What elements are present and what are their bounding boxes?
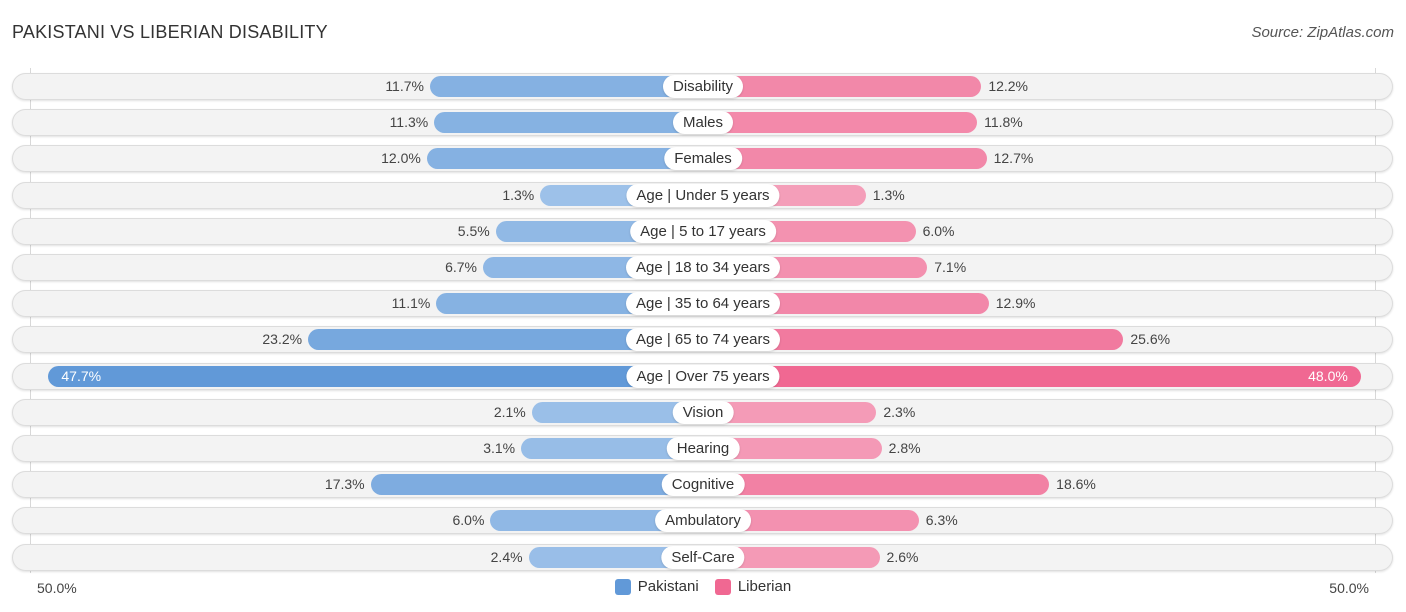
bar-liberian[interactable] <box>703 474 1050 496</box>
chart-row: 2.1% 2.3% Vision <box>12 398 1393 426</box>
value-label-pakistani: 23.2% <box>262 331 303 348</box>
chart-row: 11.3% 11.8% Males <box>12 109 1393 137</box>
category-label: Ambulatory <box>655 509 751 533</box>
chart-row: 3.1% 2.8% Hearing <box>12 435 1393 462</box>
category-label: Males <box>672 111 734 135</box>
category-label: Females <box>664 147 742 171</box>
category-label: Cognitive <box>661 473 745 497</box>
value-label-pakistani: 6.0% <box>452 512 485 529</box>
legend-swatch-pakistani <box>614 578 631 595</box>
bar-pakistani[interactable] <box>426 148 703 170</box>
category-label: Age | 18 to 34 years <box>626 256 780 279</box>
category-label: Age | Over 75 years <box>626 364 780 388</box>
value-label-liberian: 48.0% <box>1308 367 1348 384</box>
value-label-pakistani: 2.4% <box>490 548 523 565</box>
legend-label-pakistani: Pakistani <box>637 578 699 595</box>
bar-pakistani[interactable] <box>48 365 703 387</box>
bar-liberian[interactable] <box>703 148 987 170</box>
chart-row: 6.0% 6.3% Ambulatory <box>12 507 1393 535</box>
chart-row: 12.0% 12.7% Females <box>12 145 1393 173</box>
legend-swatch-liberian <box>714 578 731 595</box>
value-label-pakistani: 17.3% <box>324 476 365 493</box>
legend-item-pakistani[interactable]: Pakistani <box>614 578 699 595</box>
chart-row: 2.4% 2.6% Self-Care <box>12 543 1393 571</box>
category-label: Hearing <box>666 437 740 460</box>
value-label-liberian: 11.8% <box>984 114 1023 131</box>
legend-label-liberian: Liberian <box>737 578 792 595</box>
category-label: Age | Under 5 years <box>626 183 780 207</box>
value-label-liberian: 2.6% <box>886 548 919 565</box>
value-label-pakistani: 5.5% <box>457 222 490 239</box>
category-label: Disability <box>662 75 744 98</box>
chart-row: 11.1% 12.9% Age | 35 to 64 years <box>12 290 1393 318</box>
value-label-liberian: 12.2% <box>988 78 1029 94</box>
bar-liberian[interactable] <box>703 76 982 97</box>
chart-row: 1.3% 1.3% Age | Under 5 years <box>12 181 1393 209</box>
value-label-pakistani: 12.0% <box>381 150 421 167</box>
chart-row: 6.7% 7.1% Age | 18 to 34 years <box>12 254 1393 281</box>
value-label-pakistani: 11.3% <box>389 114 429 131</box>
chart-row: 17.3% 18.6% Cognitive <box>12 471 1393 499</box>
chart-row: 11.7% 12.2% Disability <box>12 73 1393 100</box>
bar-pakistani[interactable] <box>434 112 703 134</box>
chart-title: PAKISTANI VS LIBERIAN DISABILITY <box>12 22 328 42</box>
value-label-liberian: 12.7% <box>993 150 1034 167</box>
bar-liberian[interactable] <box>703 365 1361 387</box>
category-label: Age | 35 to 64 years <box>626 292 780 316</box>
value-label-pakistani: 11.1% <box>391 295 431 312</box>
bar-pakistani[interactable] <box>370 474 703 496</box>
legend-item-liberian[interactable]: Liberian <box>714 578 792 595</box>
source-label: Source: ZipAtlas.com <box>1251 24 1394 41</box>
chart-row: 23.2% 25.6% Age | 65 to 74 years <box>12 326 1393 354</box>
value-label-pakistani: 1.3% <box>502 186 535 203</box>
category-label: Vision <box>672 400 734 424</box>
value-label-liberian: 1.3% <box>872 186 905 203</box>
value-label-pakistani: 2.1% <box>493 403 526 420</box>
value-label-liberian: 25.6% <box>1130 331 1171 348</box>
bar-liberian[interactable] <box>703 112 978 134</box>
value-label-pakistani: 6.7% <box>445 259 477 275</box>
value-label-pakistani: 47.7% <box>61 367 102 384</box>
category-label: Self-Care <box>661 545 745 569</box>
value-label-liberian: 2.8% <box>888 440 921 456</box>
value-label-liberian: 6.0% <box>922 222 955 239</box>
category-label: Age | 5 to 17 years <box>630 219 776 243</box>
value-label-pakistani: 3.1% <box>483 440 516 456</box>
value-label-liberian: 2.3% <box>883 403 916 420</box>
value-label-liberian: 7.1% <box>934 259 967 275</box>
value-label-liberian: 6.3% <box>925 512 958 529</box>
legend: Pakistani Liberian <box>0 578 1406 599</box>
category-label: Age | 65 to 74 years <box>626 328 780 352</box>
value-label-liberian: 18.6% <box>1056 476 1096 493</box>
chart-row: 47.7% 48.0% Age | Over 75 years <box>12 362 1393 390</box>
value-label-liberian: 12.9% <box>995 295 1036 312</box>
chart-row: 5.5% 6.0% Age | 5 to 17 years <box>12 217 1393 245</box>
value-label-pakistani: 11.7% <box>385 78 424 94</box>
